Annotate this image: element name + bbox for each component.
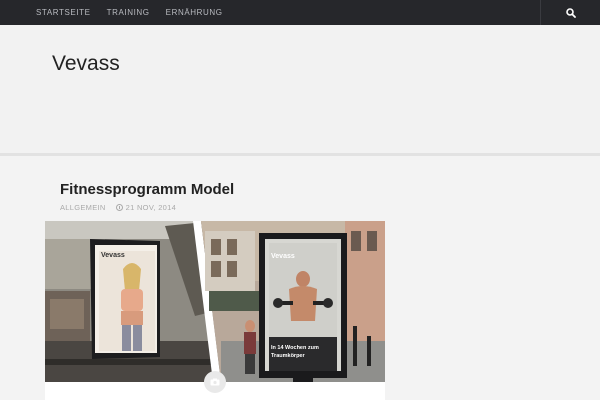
site-title[interactable]: Vevass (52, 52, 120, 76)
featured-image-illustration: Vevass Vevass In 14 Wochen zum Traumkörp… (45, 221, 385, 382)
site-header: Vevass (0, 25, 600, 153)
nav-item-startseite[interactable]: STARTSEITE (36, 8, 91, 17)
camera-icon (210, 378, 220, 386)
right-poster-caption-line1: In 14 Wochen zum (271, 345, 319, 351)
nav-item-ernaehrung[interactable]: ERNÄHRUNG (166, 8, 223, 17)
top-navigation-bar: STARTSEITE TRAINING ERNÄHRUNG (0, 0, 600, 25)
nav-item-training[interactable]: TRAINING (107, 8, 150, 17)
search-icon (565, 7, 576, 18)
main-nav: STARTSEITE TRAINING ERNÄHRUNG (36, 0, 239, 25)
post-title[interactable]: Fitnessprogramm Model (60, 181, 234, 198)
clock-icon (115, 204, 123, 211)
post-format-badge (204, 371, 226, 393)
post-date-text: 21 NOV, 2014 (125, 203, 177, 212)
post-featured-image[interactable]: Vevass Vevass In 14 Wochen zum Traumkörp… (45, 221, 385, 382)
right-poster-brand: Vevass (271, 253, 295, 260)
right-poster-caption-line2: Traumkörper (271, 353, 305, 359)
post-date: 21 NOV, 2014 (115, 203, 177, 212)
left-poster-brand: Vevass (101, 252, 125, 259)
search-button[interactable] (540, 0, 600, 25)
post-category-link[interactable]: ALLGEMEIN (60, 203, 106, 212)
post-meta: ALLGEMEIN 21 NOV, 2014 (60, 203, 176, 212)
